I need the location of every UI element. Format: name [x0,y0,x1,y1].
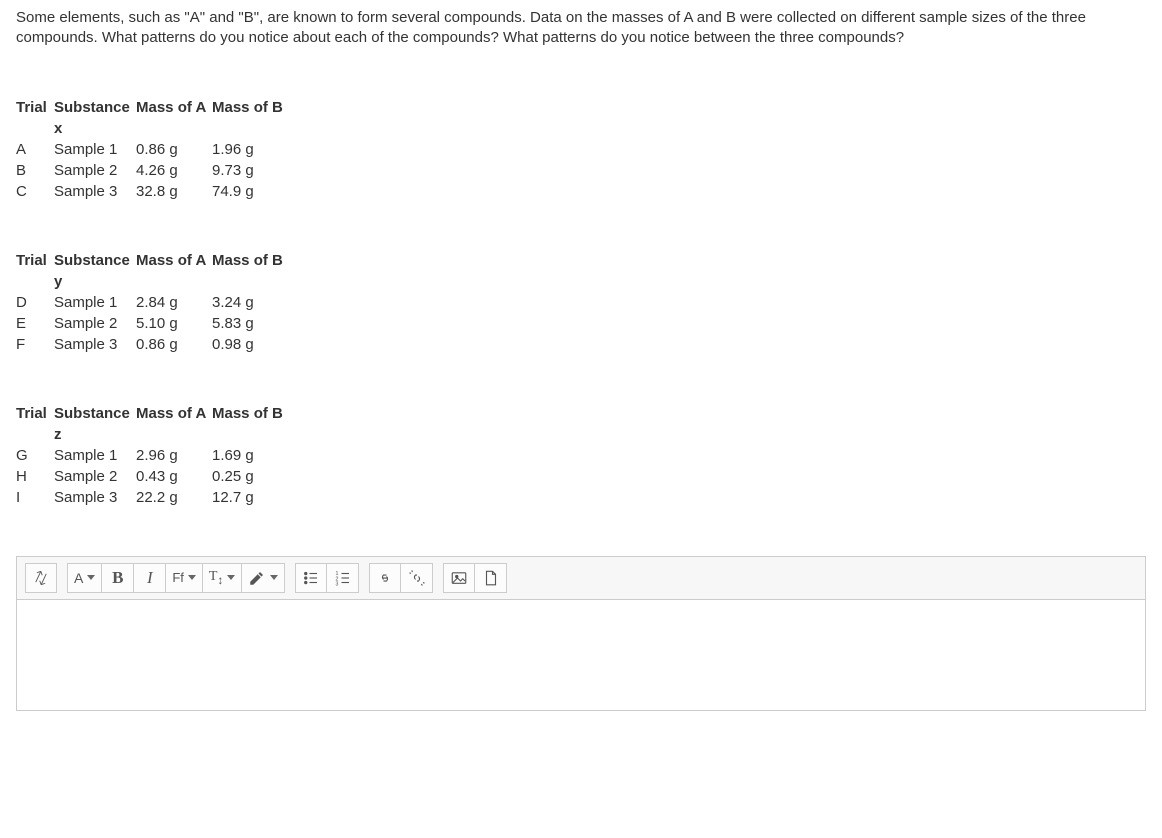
link-button[interactable] [369,563,401,593]
link-icon [376,569,394,587]
expand-icon [32,569,50,587]
chevron-down-icon [87,575,95,580]
editor-toolbar: A B I Ff T↕ [17,557,1145,600]
col-massB-header: Mass of B [212,97,302,139]
cell-sample: Sample 2 [54,313,136,334]
cell-sample: Sample 1 [54,445,136,466]
rich-text-editor: A B I Ff T↕ [16,556,1146,711]
cell-massB: 12.7 g [212,487,302,508]
cell-massA: 4.26 g [136,160,212,181]
bold-label: B [112,568,123,588]
cell-massB: 0.25 g [212,466,302,487]
chevron-down-icon [270,575,278,580]
col-substance-header: Substance x [54,97,136,139]
highlight-button[interactable] [242,563,285,593]
col-trial-header: Trial [16,403,54,445]
col-massB-header: Mass of B [212,403,302,445]
cell-trial: G [16,445,54,466]
cell-trial: F [16,334,54,355]
cell-massA: 0.86 g [136,334,212,355]
cell-massB: 5.83 g [212,313,302,334]
cell-trial: E [16,313,54,334]
cell-sample: Sample 1 [54,139,136,160]
highlight-icon [248,569,266,587]
italic-label: I [147,568,153,588]
numbered-list-button[interactable]: 123 [327,563,359,593]
cell-massA: 0.86 g [136,139,212,160]
cell-massB: 1.96 g [212,139,302,160]
image-button[interactable] [443,563,475,593]
data-table: TrialSubstance zMass of AMass of BGSampl… [16,403,1146,508]
cell-massB: 1.69 g [212,445,302,466]
bullet-list-button[interactable] [295,563,327,593]
bullet-list-icon [302,569,320,587]
file-button[interactable] [475,563,507,593]
cell-sample: Sample 1 [54,292,136,313]
bold-button[interactable]: B [102,563,134,593]
table-row: ASample 10.86 g1.96 g [16,139,1146,160]
table-row: DSample 12.84 g3.24 g [16,292,1146,313]
col-trial-header: Trial [16,250,54,292]
table-row: GSample 12.96 g1.69 g [16,445,1146,466]
col-substance-header: Substance z [54,403,136,445]
cell-trial: D [16,292,54,313]
cell-sample: Sample 2 [54,466,136,487]
question-text: Some elements, such as "A" and "B", are … [16,8,1146,49]
font-color-label: A [74,570,83,586]
table-row: HSample 20.43 g0.25 g [16,466,1146,487]
cell-massB: 0.98 g [212,334,302,355]
data-tables-container: TrialSubstance xMass of AMass of BASampl… [16,97,1146,508]
image-icon [450,569,468,587]
col-massA-header: Mass of A [136,250,212,292]
expand-button[interactable] [25,563,57,593]
data-table: TrialSubstance xMass of AMass of BASampl… [16,97,1146,202]
cell-sample: Sample 3 [54,334,136,355]
col-massA-header: Mass of A [136,97,212,139]
table-row: FSample 30.86 g0.98 g [16,334,1146,355]
cell-trial: H [16,466,54,487]
file-icon [482,569,500,587]
text-size-button[interactable]: T↕ [203,563,242,593]
cell-massB: 3.24 g [212,292,302,313]
chevron-down-icon [188,575,196,580]
chevron-down-icon [227,575,235,580]
table-row: CSample 332.8 g74.9 g [16,181,1146,202]
cell-sample: Sample 3 [54,181,136,202]
unlink-button[interactable] [401,563,433,593]
unlink-icon [408,569,426,587]
cell-trial: A [16,139,54,160]
col-massA-header: Mass of A [136,403,212,445]
font-family-button[interactable]: Ff [166,563,203,593]
col-trial-header: Trial [16,97,54,139]
cell-massB: 74.9 g [212,181,302,202]
table-header: TrialSubstance zMass of AMass of B [16,403,1146,445]
table-header: TrialSubstance yMass of AMass of B [16,250,1146,292]
cell-massA: 5.10 g [136,313,212,334]
table-header: TrialSubstance xMass of AMass of B [16,97,1146,139]
cell-trial: I [16,487,54,508]
svg-text:3: 3 [335,581,338,587]
cell-sample: Sample 3 [54,487,136,508]
cell-sample: Sample 2 [54,160,136,181]
cell-trial: C [16,181,54,202]
text-size-label: T↕ [209,569,223,587]
cell-massA: 0.43 g [136,466,212,487]
table-row: BSample 24.26 g9.73 g [16,160,1146,181]
font-family-label: Ff [172,570,184,585]
italic-button[interactable]: I [134,563,166,593]
numbered-list-icon: 123 [334,569,352,587]
data-table: TrialSubstance yMass of AMass of BDSampl… [16,250,1146,355]
cell-massA: 32.8 g [136,181,212,202]
cell-massA: 2.96 g [136,445,212,466]
col-massB-header: Mass of B [212,250,302,292]
cell-massA: 2.84 g [136,292,212,313]
table-row: ISample 322.2 g12.7 g [16,487,1146,508]
cell-massB: 9.73 g [212,160,302,181]
font-color-button[interactable]: A [67,563,102,593]
editor-textarea[interactable] [17,600,1145,710]
cell-massA: 22.2 g [136,487,212,508]
col-substance-header: Substance y [54,250,136,292]
cell-trial: B [16,160,54,181]
table-row: ESample 25.10 g5.83 g [16,313,1146,334]
